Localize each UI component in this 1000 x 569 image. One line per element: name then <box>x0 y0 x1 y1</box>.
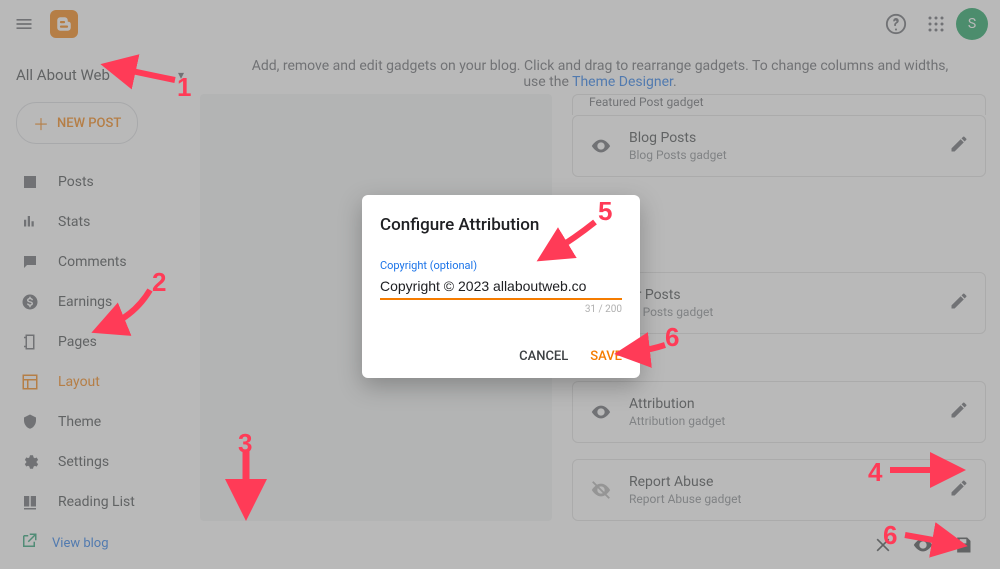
copyright-field-label: Copyright (optional) <box>380 259 622 272</box>
copyright-input[interactable] <box>380 274 622 300</box>
char-counter: 31 / 200 <box>380 304 622 315</box>
cancel-button[interactable]: CANCEL <box>519 349 568 364</box>
save-button[interactable]: SAVE <box>590 349 622 364</box>
dialog-title: Configure Attribution <box>380 215 622 235</box>
configure-attribution-dialog: Configure Attribution Copyright (optiona… <box>362 195 640 378</box>
